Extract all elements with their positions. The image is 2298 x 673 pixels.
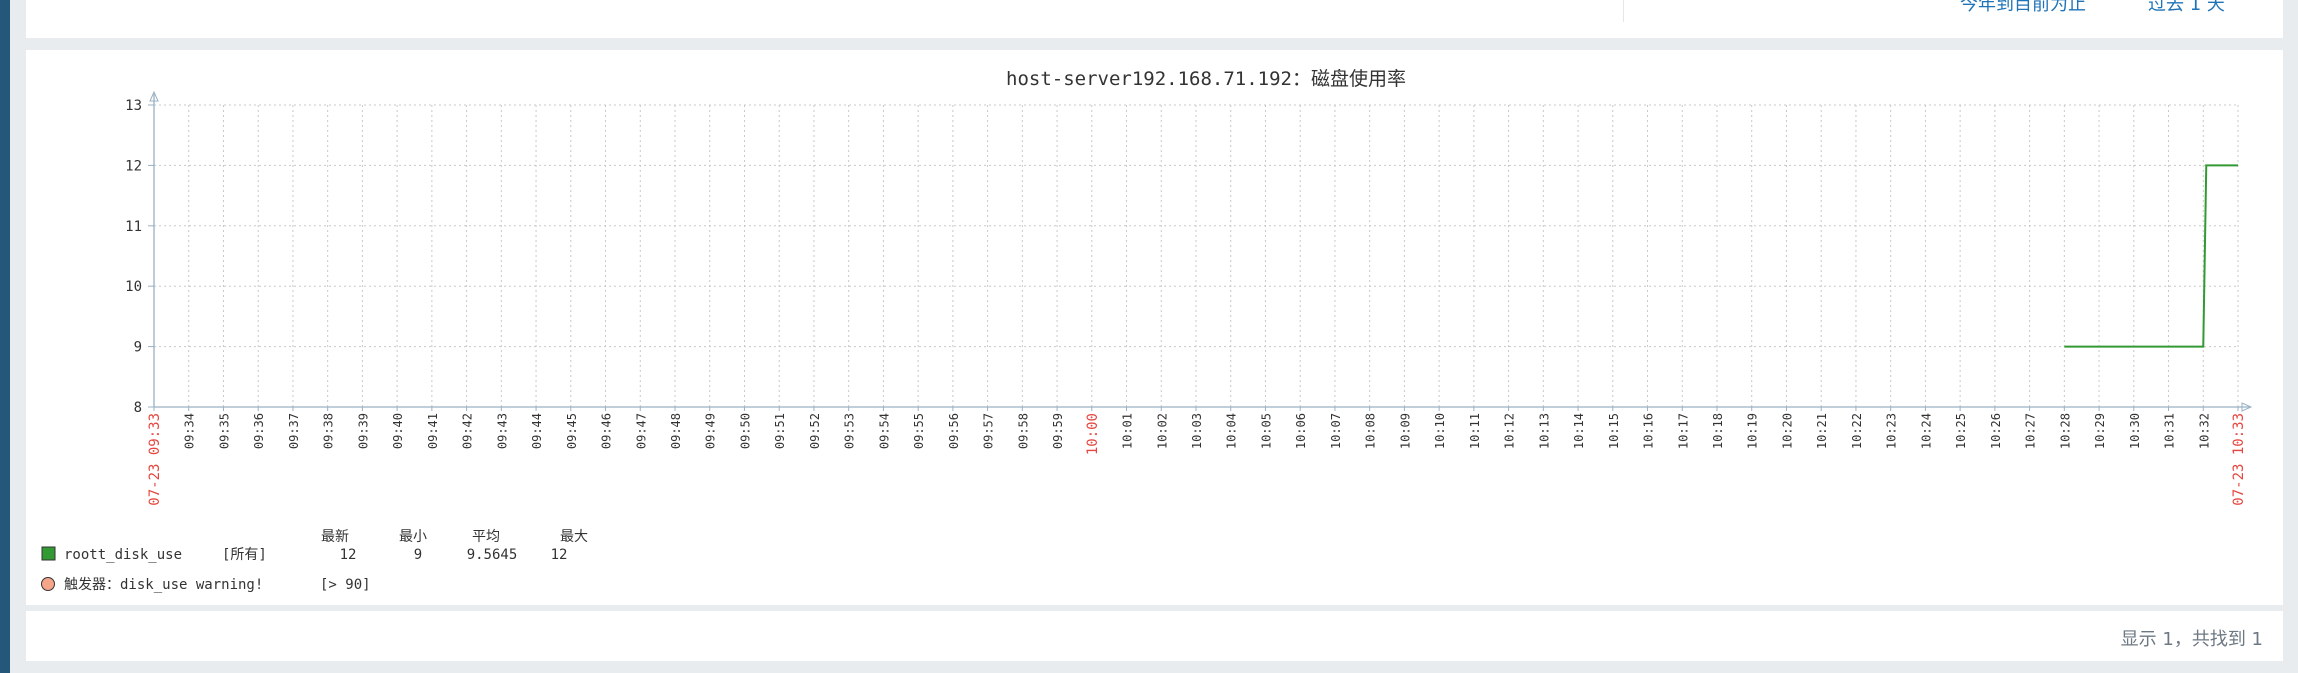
- x-tick-label: 09:48: [669, 413, 683, 449]
- trigger-label: 触发器：disk_use warning!: [64, 577, 263, 593]
- y-tick-label: 11: [125, 219, 142, 235]
- x-tick-label: 10:04: [1225, 413, 1239, 449]
- x-tick-label: 10:18: [1711, 413, 1725, 449]
- paging-panel: 显示 1，共找到 1: [26, 611, 2283, 661]
- y-tick-label: 10: [125, 279, 142, 295]
- x-tick-label: 09:39: [356, 413, 370, 449]
- legend-value: 12: [551, 547, 568, 563]
- period-link-year-to-date[interactable]: 今年到目前为止: [1960, 0, 2086, 16]
- y-tick-label: 13: [125, 98, 142, 114]
- panel-divider: [1623, 0, 1624, 22]
- x-tick-label: 10:06: [1294, 413, 1308, 449]
- x-tick-label: 10:23: [1885, 413, 1899, 449]
- paging-summary: 显示 1，共找到 1: [2120, 629, 2263, 650]
- y-tick-label: 9: [134, 340, 142, 356]
- trigger-condition: [> 90]: [320, 577, 371, 593]
- x-tick-label: 10:07: [1329, 413, 1343, 449]
- legend-value: 9: [414, 547, 422, 563]
- graph-panel: host-server192.168.71.192：磁盘使用率 13 12 11 10 9…: [26, 50, 2283, 605]
- legend-series-name: roott_disk_use: [64, 547, 182, 563]
- x-tick-label: 09:47: [634, 413, 648, 449]
- x-tick-label: 10:29: [2093, 413, 2107, 449]
- x-tick-label: 09:52: [808, 413, 822, 449]
- x-tick-label: 09:56: [947, 413, 961, 449]
- x-tick-label: 07-23 10:33: [2231, 413, 2247, 506]
- x-tick-label: 09:58: [1016, 413, 1030, 449]
- legend-series-scope: [所有]: [222, 547, 267, 563]
- series-line-roott-disk-use: [2064, 164, 2238, 348]
- x-tick-label: 10:20: [1780, 413, 1794, 449]
- x-tick-label: 10:30: [2128, 413, 2142, 449]
- x-tick-label: 09:55: [912, 413, 926, 449]
- disk-usage-chart: host-server192.168.71.192：磁盘使用率 13 12 11 10 9…: [41, 68, 2253, 593]
- legend-header: 最小: [399, 529, 427, 545]
- x-tick-label: 10:19: [1746, 413, 1760, 449]
- x-tick-label: 10:13: [1537, 413, 1551, 449]
- legend-header: 平均: [472, 529, 500, 545]
- x-tick-label: 09:54: [877, 413, 891, 449]
- x-tick-label: 09:53: [843, 413, 857, 449]
- legend-header: 最新: [321, 529, 349, 545]
- x-tick-label: 09:38: [322, 413, 336, 449]
- x-tick-label: 09:41: [426, 413, 440, 449]
- x-tick-label: 09:34: [183, 413, 197, 449]
- legend-value: 9.5645: [467, 547, 518, 563]
- x-tick-label: 10:28: [2058, 413, 2072, 449]
- trigger-indicator-icon: [41, 577, 55, 591]
- x-tick-label: 10:05: [1259, 413, 1273, 449]
- y-tick-label: 8: [134, 400, 142, 416]
- x-tick-label: 09:37: [287, 413, 301, 449]
- x-tick-label: 07-23 09:33: [147, 413, 163, 506]
- x-tick-label: 10:02: [1155, 413, 1169, 449]
- x-tick-label: 09:43: [495, 413, 509, 449]
- x-tick-label: 09:40: [391, 413, 405, 449]
- x-tick-label: 09:49: [704, 413, 718, 449]
- x-tick-label: 09:44: [530, 413, 544, 449]
- left-nav-edge: [0, 0, 10, 673]
- x-tick-label: 09:42: [461, 413, 475, 449]
- x-tick-label: 10:08: [1364, 413, 1378, 449]
- x-tick-label: 09:59: [1051, 413, 1065, 449]
- legend-value: 12: [340, 547, 357, 563]
- x-tick-label: 10:26: [1989, 413, 2003, 449]
- x-tick-label: 09:36: [252, 413, 266, 449]
- x-tick-label: 10:01: [1121, 413, 1135, 449]
- x-tick-label: 09:46: [600, 413, 614, 449]
- x-tick-label: 09:51: [773, 413, 787, 449]
- x-tick-label: 10:09: [1398, 413, 1412, 449]
- x-tick-label: 10:00: [1085, 413, 1101, 455]
- x-tick-label: 10:12: [1503, 413, 1517, 449]
- x-tick-label: 10:14: [1572, 413, 1586, 449]
- x-tick-label: 10:25: [1954, 413, 1968, 449]
- chart-title: host-server192.168.71.192：磁盘使用率: [1006, 68, 1406, 90]
- x-tick-label: 09:35: [217, 413, 231, 449]
- y-tick-label: 12: [125, 158, 142, 174]
- x-tick-label: 10:32: [2197, 413, 2211, 449]
- x-tick-label: 10:16: [1642, 413, 1656, 449]
- x-tick-label: 10:15: [1607, 413, 1621, 449]
- legend-header: 最大: [560, 529, 588, 545]
- x-tick-label: 10:03: [1190, 413, 1204, 449]
- period-link-last-1-day[interactable]: 过去 1 天: [2148, 0, 2225, 16]
- x-tick-label: 10:10: [1433, 413, 1447, 449]
- x-tick-label: 10:27: [2024, 413, 2038, 449]
- x-tick-label: 09:45: [565, 413, 579, 449]
- x-tick-label: 10:24: [1919, 413, 1933, 449]
- x-tick-label: 10:17: [1676, 413, 1690, 449]
- x-tick-label: 10:21: [1815, 413, 1829, 449]
- x-tick-label: 09:57: [982, 413, 996, 449]
- x-tick-label: 10:22: [1850, 413, 1864, 449]
- time-period-panel: 今年到目前为止 过去 1 天: [26, 0, 2283, 38]
- x-tick-label: 10:11: [1468, 413, 1482, 449]
- legend-swatch-roott-disk-use: [41, 546, 56, 561]
- x-tick-label: 09:50: [738, 413, 752, 449]
- x-tick-label: 10:31: [2163, 413, 2177, 449]
